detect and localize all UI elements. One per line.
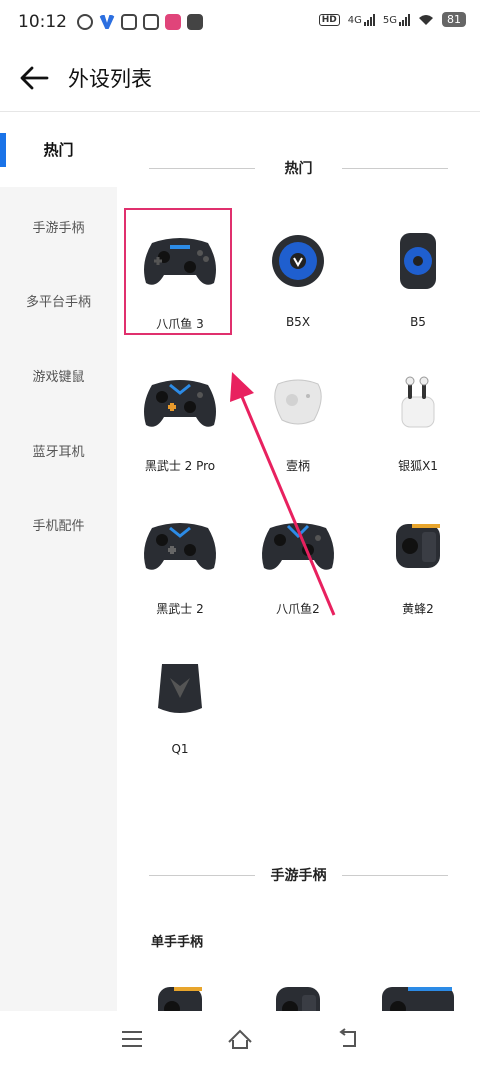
signal-bars-icon [363,13,375,26]
status-time: 10:12 [18,12,67,32]
sidebar-item-mobile-gamepad[interactable]: 手游手柄 [0,217,117,236]
gamepad-icon [258,506,338,586]
sidebar-item-keyboard-mouse[interactable]: 游戏键鼠 [0,366,117,385]
product-item[interactable] [125,969,235,1011]
sidebar-item-bluetooth-earbuds[interactable]: 蓝牙耳机 [0,441,117,460]
notification-icons [77,14,203,30]
one-hand-controller-icon [378,506,458,586]
back-button[interactable] [14,58,54,98]
hd-badge: HD [318,13,340,26]
signal-bars-icon [399,13,410,26]
product-name: B5X [285,315,311,329]
product-item[interactable]: Q1 [125,648,235,756]
product-name: 黑武士 2 Pro [144,459,216,473]
product-item[interactable]: 银狐X1 [363,363,473,474]
product-name: 银狐X1 [398,459,438,473]
system-nav-bar [0,1011,480,1067]
gamepad-icon [140,506,220,586]
subsection-title: 单手手柄 [151,935,204,950]
product-name: Q1 [171,742,189,756]
system-icons: HD 4G 5G 81 [318,12,466,27]
product-name: 壹柄 [285,459,310,473]
home-icon [228,1029,252,1049]
one-hand-controller-icon [140,969,220,1011]
product-name: 八爪鱼2 [276,602,320,616]
pink-app-icon [165,14,181,30]
arrow-left-icon [20,66,49,89]
brand-v-icon [99,15,115,29]
back-icon [339,1028,356,1047]
earbuds-icon [378,363,458,443]
status-bar: 10:12 HD 4G 5G 81 [0,0,480,44]
menu-icon [122,1031,142,1047]
product-list: 热门 八爪鱼 3 B5X B5 黑武士 2 Pro 壹柄 银狐X1 黑武士 2 … [117,113,480,1011]
product-item[interactable]: 壹柄 [243,363,353,474]
receiver-icon [140,648,220,728]
home-button[interactable] [227,1026,253,1052]
section-title-mobile-gamepad: 手游手柄 [117,865,480,885]
sidebar-item-hot[interactable]: 热门 [0,113,117,187]
signal-5g: 5G [382,13,410,26]
selection-highlight [124,208,232,335]
product-item[interactable]: 八爪鱼2 [243,506,353,617]
phone-cooler-icon [258,221,338,301]
product-item[interactable] [243,969,353,1011]
search-app-icon [121,14,137,30]
page-header: 外设列表 [0,44,480,112]
menu-button[interactable] [119,1026,145,1052]
product-name: 黑武士 2 [156,602,204,616]
one-hand-controller-icon [378,969,458,1011]
product-item[interactable]: 黑武士 2 [125,506,235,617]
sticker-app-icon [187,14,203,30]
page-title: 外设列表 [68,66,152,91]
battery-indicator: 81 [442,12,466,27]
product-item[interactable]: 黑武士 2 Pro [125,363,235,474]
phone-cooler-icon [378,221,458,301]
sidebar-item-phone-accessories[interactable]: 手机配件 [0,515,117,534]
sidebar-item-multiplatform-gamepad[interactable]: 多平台手柄 [0,291,117,310]
robot-icon [77,14,93,30]
wifi-icon [418,14,434,26]
signal-4g: 4G [347,13,375,26]
one-hand-controller-icon [258,969,338,1011]
product-item[interactable] [363,969,473,1011]
net-label-4g: 4G [347,14,362,26]
mini-controller-icon [258,363,338,443]
net-label-5g: 5G [382,14,397,26]
product-item[interactable]: B5X [243,221,353,329]
app-icon [143,14,159,30]
product-name: B5 [410,315,426,329]
back-nav-button[interactable] [335,1026,361,1052]
product-name: 黄蜂2 [402,602,434,616]
product-item[interactable]: 黄蜂2 [363,506,473,617]
section-title-hot: 热门 [117,158,480,178]
product-item[interactable]: B5 [363,221,473,329]
category-sidebar: 热门 手游手柄 多平台手柄 游戏键鼠 蓝牙耳机 手机配件 [0,113,117,1011]
gamepad-icon [140,363,220,443]
